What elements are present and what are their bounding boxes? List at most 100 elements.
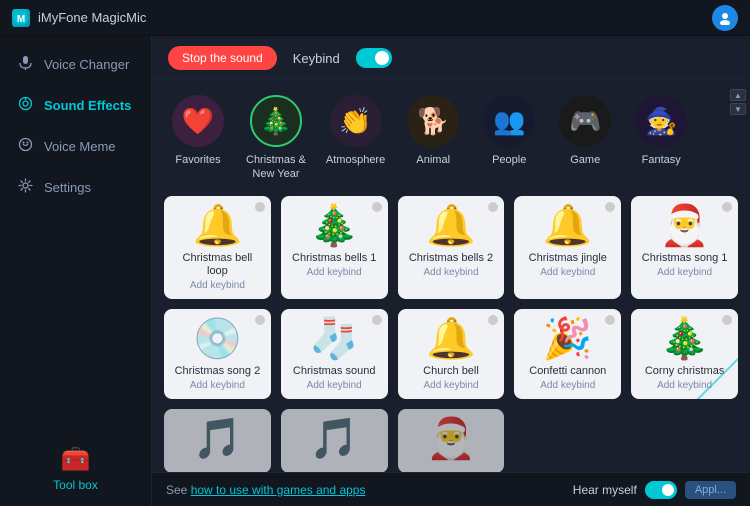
hear-myself-label: Hear myself — [573, 483, 637, 497]
active-indicator — [722, 202, 732, 212]
favorites-icon: ❤️ — [172, 95, 224, 147]
sound-grid: 🔔 Christmas bell loop Add keybind 🎄 Chri… — [164, 196, 738, 472]
people-icon: 👥 — [483, 95, 535, 147]
sound-card-extra-1[interactable]: 🎵 — [164, 409, 271, 472]
keybind-text[interactable]: Add keybind — [190, 380, 245, 391]
sidebar-label-voice-meme: Voice Meme — [44, 139, 116, 154]
sound-card-christmas-bell-loop[interactable]: 🔔 Christmas bell loop Add keybind — [164, 196, 271, 299]
category-atmosphere[interactable]: 👏 Atmosphere — [318, 89, 393, 173]
keybind-text[interactable]: Add keybind — [307, 267, 362, 278]
sound-card-christmas-song-2[interactable]: 💿 Christmas song 2 Add keybind — [164, 309, 271, 399]
keybind-toggle[interactable] — [356, 48, 392, 68]
sidebar-item-voice-meme[interactable]: Voice Meme — [0, 126, 151, 167]
animal-icon: 🐕 — [407, 95, 459, 147]
category-fantasy[interactable]: 🧙 Fantasy — [625, 89, 697, 173]
keybind-text[interactable]: Add keybind — [540, 267, 595, 278]
sidebar-toolbox[interactable]: 🧰 Tool box — [0, 433, 151, 506]
category-label-animal: Animal — [416, 153, 450, 167]
sound-icon: 🧦 — [309, 319, 359, 359]
help-link-container: See how to use with games and apps — [166, 483, 365, 497]
sound-name: Christmas jingle — [529, 252, 607, 265]
sound-card-church-bell[interactable]: 🔔 Church bell Add keybind — [398, 309, 505, 399]
keybind-text[interactable]: Add keybind — [657, 267, 712, 278]
sound-card-christmas-bells-1[interactable]: 🎄 Christmas bells 1 Add keybind — [281, 196, 388, 299]
sound-icon: 🎵 — [309, 419, 359, 459]
fantasy-icon: 🧙 — [635, 95, 687, 147]
settings-icon — [16, 178, 34, 197]
sound-icon: 🎄 — [309, 206, 359, 246]
app-icon: M — [12, 9, 30, 27]
sound-card-christmas-jingle[interactable]: 🔔 Christmas jingle Add keybind — [514, 196, 621, 299]
category-favorites[interactable]: ❤️ Favorites — [162, 89, 234, 173]
sound-effects-icon — [16, 96, 34, 115]
sound-icon: 🔔 — [426, 319, 476, 359]
sound-grid-container[interactable]: 🔔 Christmas bell loop Add keybind 🎄 Chri… — [152, 188, 750, 472]
sound-name: Confetti cannon — [529, 365, 606, 378]
keybind-text[interactable]: Add keybind — [423, 380, 478, 391]
user-avatar[interactable] — [712, 5, 738, 31]
keybind-text[interactable]: Add keybind — [423, 267, 478, 278]
sidebar: Voice Changer Sound Effects — [0, 36, 152, 506]
help-link[interactable]: how to use with games and apps — [191, 483, 366, 497]
sidebar-item-settings[interactable]: Settings — [0, 167, 151, 208]
apply-button[interactable]: Appl... — [685, 481, 736, 499]
atmosphere-icon: 👏 — [330, 95, 382, 147]
sound-card-christmas-sound[interactable]: 🧦 Christmas sound Add keybind — [281, 309, 388, 399]
scroll-up-button[interactable]: ▲ — [730, 89, 746, 101]
sound-name: Christmas bells 2 — [409, 252, 493, 265]
voice-meme-icon — [16, 137, 34, 156]
sound-name: Christmas song 1 — [642, 252, 728, 265]
category-scroll-controls: ▲ ▼ — [730, 89, 746, 115]
category-game[interactable]: 🎮 Game — [549, 89, 621, 173]
sound-card-corny-christmas[interactable]: 🎄 Corny christmas Add keybind — [631, 309, 738, 399]
active-indicator — [605, 315, 615, 325]
main-layout: Voice Changer Sound Effects — [0, 36, 750, 506]
svg-text:M: M — [17, 14, 25, 25]
app-container: M iMyFone MagicMic — [0, 0, 750, 506]
sound-icon: 🔔 — [426, 206, 476, 246]
sound-card-christmas-bells-2[interactable]: 🔔 Christmas bells 2 Add keybind — [398, 196, 505, 299]
sidebar-label-settings: Settings — [44, 180, 91, 195]
category-label-fantasy: Fantasy — [642, 153, 681, 167]
sidebar-label-sound-effects: Sound Effects — [44, 98, 131, 113]
sound-card-christmas-song-1[interactable]: 🎅 Christmas song 1 Add keybind — [631, 196, 738, 299]
sound-name: Christmas sound — [293, 365, 376, 378]
stop-sound-button[interactable]: Stop the sound — [168, 46, 277, 70]
toolbox-icon: 🧰 — [61, 445, 91, 474]
sound-name: Christmas song 2 — [175, 365, 261, 378]
category-animal[interactable]: 🐕 Animal — [397, 89, 469, 173]
sound-icon: 🎅 — [660, 206, 710, 246]
sound-card-extra-3[interactable]: 🎅 — [398, 409, 505, 472]
sound-name: Christmas bells 1 — [292, 252, 376, 265]
category-people[interactable]: 👥 People — [473, 89, 545, 173]
top-controls: Stop the sound Keybind — [152, 36, 750, 79]
title-bar-left: M iMyFone MagicMic — [12, 9, 146, 27]
category-label-people: People — [492, 153, 526, 167]
keybind-text[interactable]: Add keybind — [190, 280, 245, 291]
sound-icon: 🎄 — [660, 319, 710, 359]
active-indicator — [255, 202, 265, 212]
sound-name: Church bell — [423, 365, 479, 378]
sound-card-confetti-cannon[interactable]: 🎉 Confetti cannon Add keybind — [514, 309, 621, 399]
sound-icon: 💿 — [192, 319, 242, 359]
category-christmas[interactable]: 🎄 Christmas &New Year — [238, 89, 314, 188]
active-indicator — [255, 315, 265, 325]
sidebar-item-sound-effects[interactable]: Sound Effects — [0, 85, 151, 126]
sound-icon: 🔔 — [543, 206, 593, 246]
keybind-text[interactable]: Add keybind — [307, 380, 362, 391]
category-label-favorites: Favorites — [175, 153, 220, 167]
active-indicator — [488, 315, 498, 325]
bottom-bar: See how to use with games and apps Hear … — [152, 472, 750, 506]
sidebar-item-voice-changer[interactable]: Voice Changer — [0, 44, 151, 85]
keybind-text[interactable]: Add keybind — [540, 380, 595, 391]
category-label-atmosphere: Atmosphere — [326, 153, 385, 167]
sound-icon: 🎵 — [192, 419, 242, 459]
sound-name: Christmas bell loop — [172, 252, 263, 278]
scroll-down-button[interactable]: ▼ — [730, 103, 746, 115]
hear-myself-toggle[interactable] — [645, 481, 677, 499]
category-label-christmas: Christmas &New Year — [246, 153, 306, 182]
sound-card-extra-2[interactable]: 🎵 — [281, 409, 388, 472]
christmas-icon: 🎄 — [250, 95, 302, 147]
active-indicator — [722, 315, 732, 325]
sound-icon: 🎅 — [426, 419, 476, 459]
